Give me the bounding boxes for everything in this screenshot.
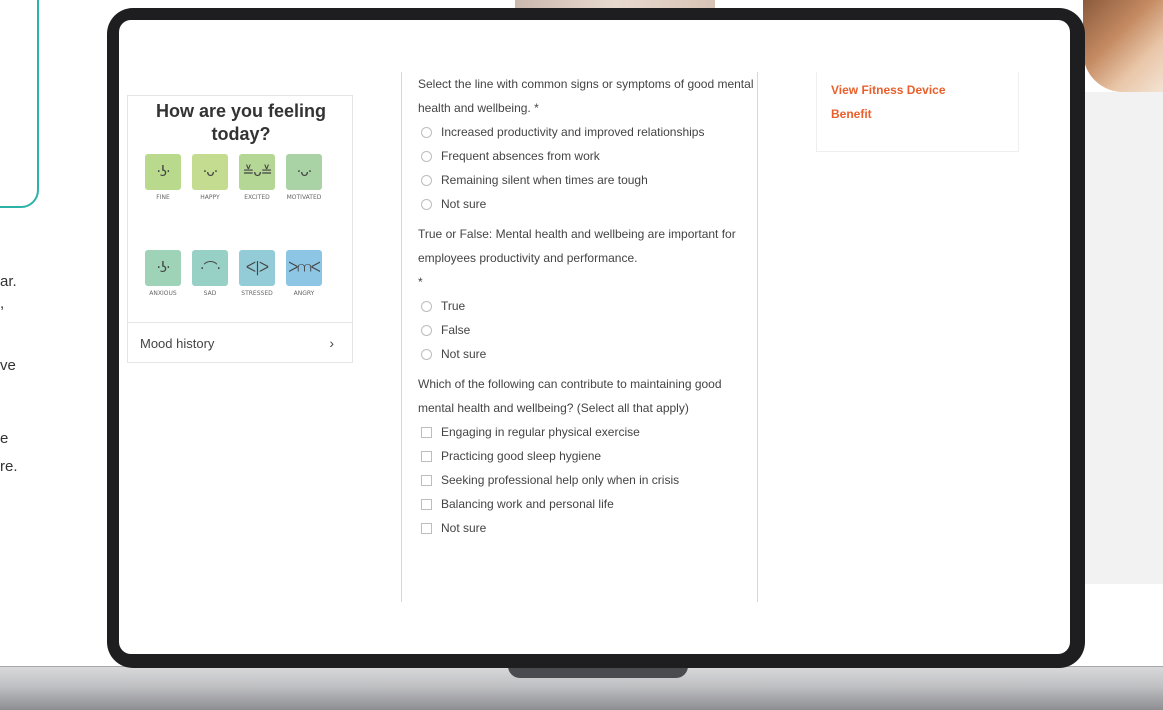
radio-option[interactable]: Increased productivity and improved rela…	[418, 120, 758, 144]
option-label: Balancing work and personal life	[441, 497, 614, 511]
radio-button[interactable]	[421, 126, 432, 138]
radio-button[interactable]	[421, 198, 432, 210]
radio-option[interactable]: Remaining silent when times are tough	[418, 168, 758, 192]
checkbox[interactable]	[421, 498, 432, 510]
radio-option[interactable]: False	[418, 318, 758, 342]
radio-button[interactable]	[421, 324, 432, 336]
background-text: ,	[0, 295, 5, 312]
question-2: True or False: Mental health and wellbei…	[418, 227, 736, 265]
radio-option[interactable]: Not sure	[418, 342, 758, 366]
option-label: Seeking professional help only when in c…	[441, 473, 680, 487]
radio-button[interactable]	[421, 348, 432, 360]
option-label: Practicing good sleep hygiene	[441, 449, 602, 463]
background-card	[0, 0, 39, 208]
background-text: ve	[0, 357, 16, 374]
stressed-face-icon: ᐸ|ᐳ	[239, 250, 275, 286]
mood-option-anxious[interactable]: ·ʖ· ANXIOUS	[144, 250, 182, 297]
checkbox-option[interactable]: Not sure	[418, 516, 758, 540]
option-label: Frequent absences from work	[441, 149, 600, 163]
checkbox-option[interactable]: Engaging in regular physical exercise	[418, 420, 758, 444]
option-label: Increased productivity and improved rela…	[441, 125, 705, 139]
mood-option-angry[interactable]: ᐳ⩋ᐸ ANGRY	[285, 250, 323, 297]
fine-face-icon: ·ʖ·	[145, 154, 181, 190]
question-1: Select the line with common signs or sym…	[418, 77, 754, 115]
anxious-face-icon: ·ʖ·	[145, 250, 181, 286]
option-label: Not sure	[441, 521, 487, 535]
excited-face-icon: ≚ᴗ≚	[239, 154, 275, 190]
background-text: e	[0, 430, 9, 447]
radio-button[interactable]	[421, 150, 432, 162]
mood-history-link[interactable]: Mood history ›	[128, 322, 352, 363]
chevron-right-icon: ›	[329, 335, 334, 351]
background-photo	[1083, 0, 1163, 92]
radio-option[interactable]: True	[418, 294, 758, 318]
checkbox[interactable]	[421, 450, 432, 462]
mood-label: ANXIOUS	[149, 290, 177, 297]
mood-widget: How are you feeling today? ·ʖ· FINE ·ᴗ· …	[127, 95, 353, 363]
sad-face-icon: ·⌒·	[192, 250, 228, 286]
option-label: Remaining silent when times are tough	[441, 173, 648, 187]
angry-face-icon: ᐳ⩋ᐸ	[286, 250, 322, 286]
option-label: Not sure	[441, 347, 487, 361]
required-marker: *	[418, 275, 423, 289]
mood-option-motivated[interactable]: ·ᴗ· MOTIVATED	[285, 154, 323, 201]
fitness-device-benefit-link[interactable]: View Fitness Device Benefit	[831, 78, 1004, 126]
motivated-face-icon: ·ᴗ·	[286, 154, 322, 190]
radio-option[interactable]: Frequent absences from work	[418, 144, 758, 168]
option-label: False	[441, 323, 471, 337]
mood-option-stressed[interactable]: ᐸ|ᐳ STRESSED	[238, 250, 276, 297]
link-text: View Fitness Device	[831, 83, 946, 97]
mood-option-happy[interactable]: ·ᴗ· HAPPY	[191, 154, 229, 201]
option-label: True	[441, 299, 466, 313]
background-text: re.	[0, 458, 18, 475]
mood-option-fine[interactable]: ·ʖ· FINE	[144, 154, 182, 201]
mood-history-label: Mood history	[140, 335, 215, 351]
checkbox-option[interactable]: Balancing work and personal life	[418, 492, 758, 516]
column-divider	[401, 72, 402, 602]
option-label: Not sure	[441, 197, 487, 211]
mood-option-excited[interactable]: ≚ᴗ≚ EXCITED	[238, 154, 276, 201]
background-panel	[1083, 92, 1163, 584]
checkbox[interactable]	[421, 474, 432, 486]
mood-row: ·ʖ· FINE ·ᴗ· HAPPY ≚ᴗ≚ EXCITED ·ᴗ· MOTIV…	[144, 154, 323, 201]
radio-option[interactable]: Not sure	[418, 192, 758, 216]
checkbox-option[interactable]: Seeking professional help only when in c…	[418, 468, 758, 492]
radio-button[interactable]	[421, 174, 432, 186]
quiz-form: Select the line with common signs or sym…	[418, 72, 758, 540]
background-photo	[515, 0, 715, 8]
laptop-screen: How are you feeling today? ·ʖ· FINE ·ᴗ· …	[119, 20, 1070, 654]
mood-label: HAPPY	[200, 194, 220, 201]
mood-label: MOTIVATED	[286, 194, 322, 201]
mood-label: ANGRY	[293, 290, 315, 297]
mood-row: ·ʖ· ANXIOUS ·⌒· SAD ᐸ|ᐳ STRESSED ᐳ⩋ᐸ ANG…	[144, 250, 323, 297]
background-text: ar.	[0, 273, 17, 290]
mood-label: FINE	[156, 194, 170, 201]
mood-option-sad[interactable]: ·⌒· SAD	[191, 250, 229, 297]
mood-label: EXCITED	[244, 194, 270, 201]
checkbox[interactable]	[421, 522, 432, 534]
checkbox-option[interactable]: Practicing good sleep hygiene	[418, 444, 758, 468]
stage: ar. , ve e re. How are you feeling today…	[0, 0, 1163, 710]
radio-button[interactable]	[421, 300, 432, 312]
mood-label: SAD	[203, 290, 217, 297]
question-3: Which of the following can contribute to…	[418, 377, 722, 415]
link-text: Benefit	[831, 107, 872, 121]
benefits-panel: View Fitness Device Benefit	[816, 72, 1019, 152]
option-label: Engaging in regular physical exercise	[441, 425, 640, 439]
mood-title: How are you feeling today?	[155, 101, 327, 144]
mood-label: STRESSED	[241, 290, 273, 297]
checkbox[interactable]	[421, 426, 432, 438]
happy-face-icon: ·ᴗ·	[192, 154, 228, 190]
